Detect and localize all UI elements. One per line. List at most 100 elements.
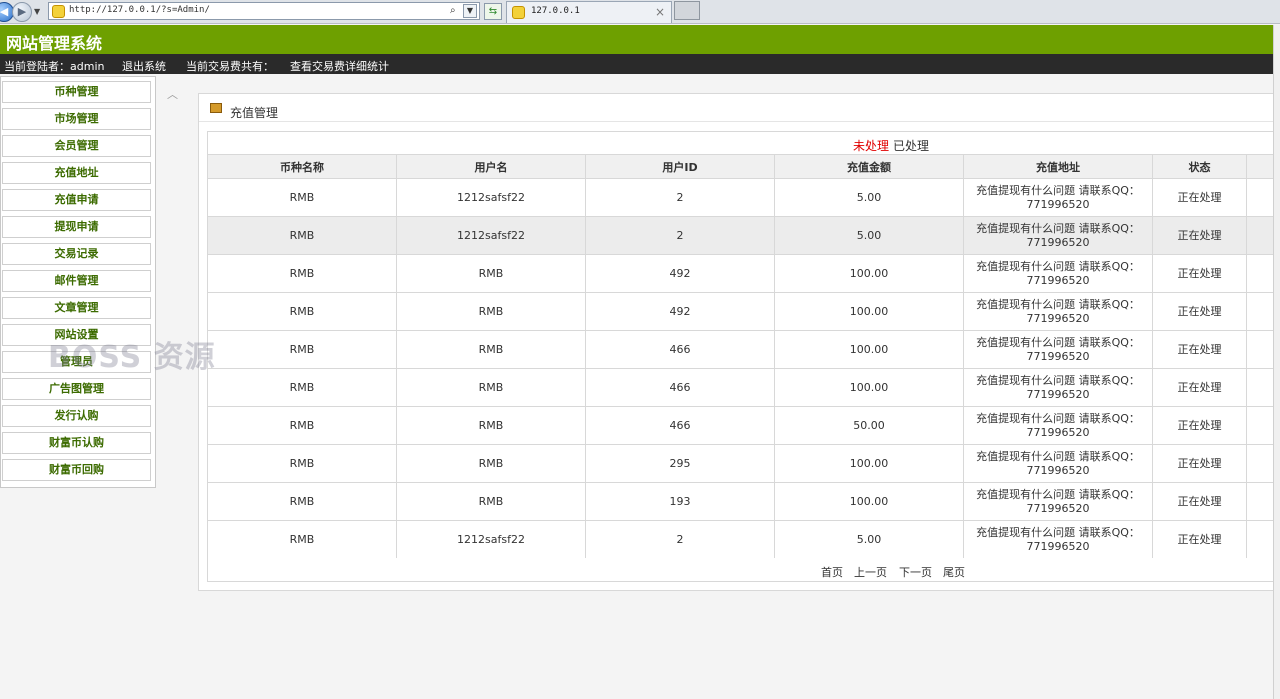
book-icon — [210, 103, 222, 113]
logout-link[interactable]: 退出系统 — [122, 58, 166, 74]
cell-status[interactable]: 正在处理 — [1152, 406, 1247, 445]
sidebar-item-deposit-request[interactable]: 充值申请 — [2, 189, 151, 211]
cell-extra — [1246, 254, 1277, 293]
table-row: RMB 1212safsf22 2 5.00 充值提现有什么问题 请联系QQ：7… — [207, 178, 1277, 217]
table-row: RMB 1212safsf22 2 5.00 充值提现有什么问题 请联系QQ：7… — [207, 520, 1277, 559]
sidebar: 币种管理 市场管理 会员管理 充值地址 充值申请 提现申请 交易记录 邮件管理 … — [0, 76, 156, 488]
sidebar-item-articles[interactable]: 文章管理 — [2, 297, 151, 319]
refresh-icon[interactable]: ⇆ — [484, 3, 502, 20]
cell-status[interactable]: 正在处理 — [1152, 292, 1247, 331]
pager-next-link[interactable]: 下一页 — [899, 564, 932, 580]
status-filter-bar: 未处理 已处理 — [207, 131, 1276, 154]
cell-currency: RMB — [207, 216, 397, 255]
cell-status[interactable]: 正在处理 — [1152, 216, 1247, 255]
panel-title: 充值管理 — [230, 106, 279, 120]
cell-username: RMB — [396, 254, 586, 293]
cell-username: RMB — [396, 406, 586, 445]
cell-address: 充值提现有什么问题 请联系QQ：771996520 — [963, 330, 1153, 369]
cell-status[interactable]: 正在处理 — [1152, 178, 1247, 217]
sidebar-item-trade-records[interactable]: 交易记录 — [2, 243, 151, 265]
deposit-table: 币种名称 用户名 用户ID 充值金额 充值地址 状态 RMB 1212safsf… — [207, 154, 1277, 559]
cell-currency: RMB — [207, 254, 397, 293]
cell-address: 充值提现有什么问题 请联系QQ：771996520 — [963, 292, 1153, 331]
cell-address: 充值提现有什么问题 请联系QQ：771996520 — [963, 406, 1153, 445]
cell-amount: 5.00 — [774, 178, 964, 217]
sidebar-item-wealth-buyback[interactable]: 财富币回购 — [2, 459, 151, 481]
cell-amount: 5.00 — [774, 216, 964, 255]
sidebar-item-members[interactable]: 会员管理 — [2, 135, 151, 157]
cell-status[interactable]: 正在处理 — [1152, 330, 1247, 369]
column-header-currency: 币种名称 — [207, 154, 397, 179]
sidebar-item-withdraw-request[interactable]: 提现申请 — [2, 216, 151, 238]
cell-amount: 100.00 — [774, 444, 964, 483]
column-header-address: 充值地址 — [963, 154, 1153, 179]
cell-address: 充值提现有什么问题 请联系QQ：771996520 — [963, 178, 1153, 217]
column-header-status: 状态 — [1152, 154, 1247, 179]
fee-stats-link[interactable]: 查看交易费详细统计 — [290, 58, 389, 74]
filter-processed-link[interactable]: 已处理 — [893, 137, 929, 154]
sidebar-item-currency[interactable]: 币种管理 — [2, 81, 151, 103]
cell-extra — [1246, 178, 1277, 217]
tab-favicon-icon — [512, 6, 525, 19]
page-scrollbar[interactable] — [1273, 25, 1280, 699]
pager-last-link[interactable]: 尾页 — [943, 564, 965, 580]
address-bar[interactable]: http://127.0.0.1/?s=Admin/ ⌕ ▼ — [48, 2, 480, 20]
watermark-text: BOSS 资源 — [48, 340, 216, 375]
cell-status[interactable]: 正在处理 — [1152, 520, 1247, 559]
cell-amount: 100.00 — [774, 254, 964, 293]
cell-username: 1212safsf22 — [396, 178, 586, 217]
browser-tab[interactable]: 127.0.0.1 × — [506, 1, 672, 23]
history-dropdown-icon[interactable]: ▼ — [34, 7, 40, 16]
cell-status[interactable]: 正在处理 — [1152, 482, 1247, 521]
cell-amount: 100.00 — [774, 330, 964, 369]
column-header-username: 用户名 — [396, 154, 586, 179]
cell-user-id: 492 — [585, 254, 775, 293]
cell-username: 1212safsf22 — [396, 216, 586, 255]
table-row: RMB RMB 492 100.00 充值提现有什么问题 请联系QQ：77199… — [207, 254, 1277, 293]
cell-currency: RMB — [207, 178, 397, 217]
pager-first-link[interactable]: 首页 — [821, 564, 843, 580]
cell-extra — [1246, 482, 1277, 521]
cell-currency: RMB — [207, 520, 397, 559]
sidebar-item-wealth-subscribe[interactable]: 财富币认购 — [2, 432, 151, 454]
cell-user-id: 466 — [585, 330, 775, 369]
cell-extra — [1246, 520, 1277, 559]
filter-unprocessed-link[interactable]: 未处理 — [853, 137, 889, 154]
table-row: RMB RMB 466 50.00 充值提现有什么问题 请联系QQ：771996… — [207, 406, 1277, 445]
sidebar-item-ad-images[interactable]: 广告图管理 — [2, 378, 151, 400]
address-dropdown-icon[interactable]: ▼ — [463, 4, 477, 18]
search-icon[interactable]: ⌕ — [450, 5, 461, 17]
cell-address: 充值提现有什么问题 请联系QQ：771996520 — [963, 520, 1153, 559]
new-tab-button[interactable] — [674, 1, 700, 20]
current-user-label: 当前登陆者：admin — [4, 60, 105, 73]
cell-extra — [1246, 292, 1277, 331]
panel-header: 充值管理 — [199, 94, 1275, 122]
sidebar-item-mail[interactable]: 邮件管理 — [2, 270, 151, 292]
pagination: 首页 上一页 下一页 尾页 — [207, 558, 1276, 582]
cell-status[interactable]: 正在处理 — [1152, 368, 1247, 407]
address-url[interactable]: http://127.0.0.1/?s=Admin/ — [69, 5, 210, 15]
pager-prev-link[interactable]: 上一页 — [854, 564, 887, 580]
collapse-up-icon[interactable]: ︿ — [167, 86, 178, 102]
cell-status[interactable]: 正在处理 — [1152, 444, 1247, 483]
cell-address: 充值提现有什么问题 请联系QQ：771996520 — [963, 254, 1153, 293]
cell-user-id: 2 — [585, 520, 775, 559]
cell-status[interactable]: 正在处理 — [1152, 254, 1247, 293]
table-row: RMB 1212safsf22 2 5.00 充值提现有什么问题 请联系QQ：7… — [207, 216, 1277, 255]
cell-currency: RMB — [207, 368, 397, 407]
table-header-row: 币种名称 用户名 用户ID 充值金额 充值地址 状态 — [207, 154, 1277, 179]
site-favicon-icon — [52, 5, 65, 18]
info-bar: 当前登陆者：admin 退出系统 当前交易费共有： 查看交易费详细统计 — [0, 54, 1273, 74]
sidebar-item-deposit-address[interactable]: 充值地址 — [2, 162, 151, 184]
forward-arrow-icon[interactable]: ▶ — [12, 2, 32, 22]
cell-amount: 100.00 — [774, 368, 964, 407]
cell-address: 充值提现有什么问题 请联系QQ：771996520 — [963, 482, 1153, 521]
cell-user-id: 2 — [585, 216, 775, 255]
cell-username: RMB — [396, 292, 586, 331]
column-header-extra — [1246, 154, 1277, 179]
tab-close-icon[interactable]: × — [655, 5, 665, 19]
sidebar-item-market[interactable]: 市场管理 — [2, 108, 151, 130]
cell-username: RMB — [396, 482, 586, 521]
sidebar-item-issue-subscribe[interactable]: 发行认购 — [2, 405, 151, 427]
cell-amount: 5.00 — [774, 520, 964, 559]
